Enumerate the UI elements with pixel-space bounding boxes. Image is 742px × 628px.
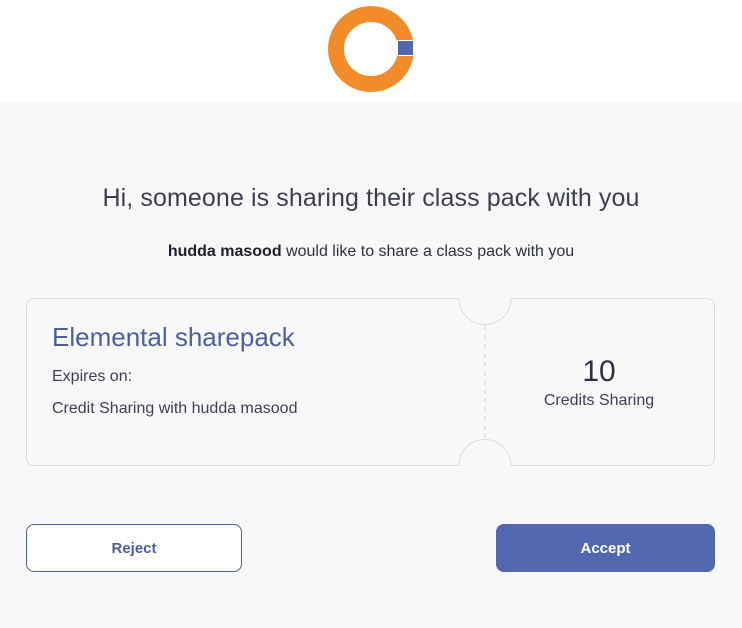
credits-block: 10 Credits Sharing bbox=[516, 354, 682, 410]
accept-button[interactable]: Accept bbox=[496, 524, 715, 572]
credit-sharing-text: Credit Sharing with hudda masood bbox=[52, 400, 298, 417]
expires-label: Expires on: bbox=[52, 368, 133, 385]
class-pack-ticket: Elemental sharepack Expires on: Credit S… bbox=[26, 298, 715, 466]
invite-message-text: would like to share a class pack with yo… bbox=[281, 243, 575, 260]
brand-logo-icon bbox=[325, 3, 417, 95]
page-title: Hi, someone is sharing their class pack … bbox=[102, 184, 640, 212]
invite-message: hudda masood would like to share a class… bbox=[0, 243, 742, 261]
header bbox=[0, 0, 742, 102]
sender-name: hudda masood bbox=[167, 243, 282, 260]
credits-label: Credits Sharing bbox=[543, 392, 655, 409]
credits-count: 10 bbox=[582, 355, 616, 388]
pack-name: Elemental sharepack bbox=[52, 322, 295, 352]
reject-button[interactable]: Reject bbox=[26, 524, 242, 572]
